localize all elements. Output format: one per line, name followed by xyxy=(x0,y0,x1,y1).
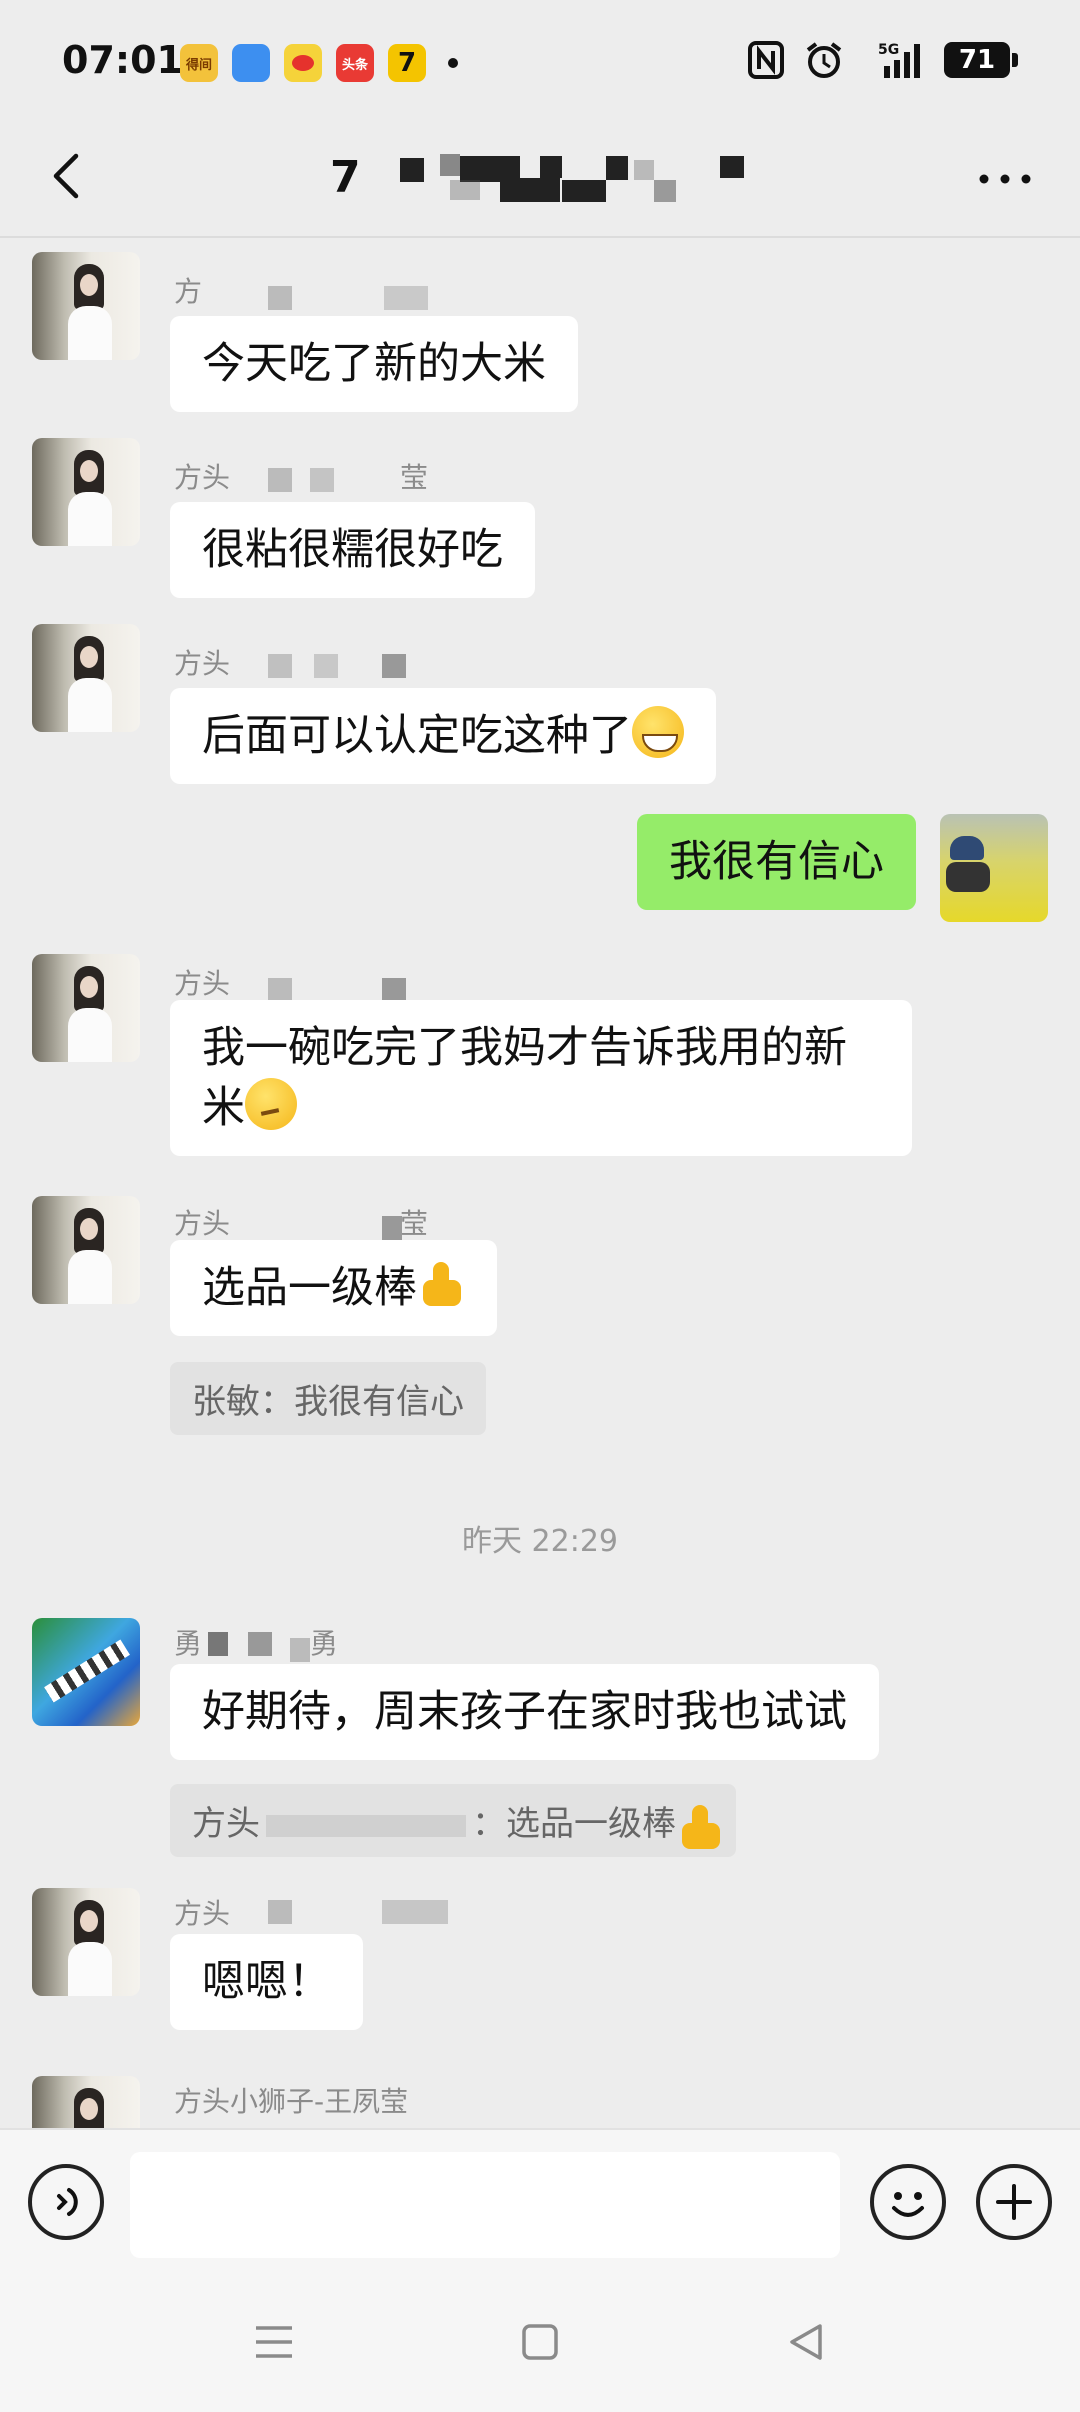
message-bubble[interactable]: 今天吃了新的大米 xyxy=(170,316,578,412)
sender-name-suffix: 勇 xyxy=(310,1627,339,1660)
message-text: 后面可以认定吃这种了 xyxy=(202,711,632,761)
avatar[interactable] xyxy=(32,1888,140,1996)
emoji-button[interactable] xyxy=(870,2164,946,2240)
avatar[interactable] xyxy=(32,624,140,732)
avatar[interactable] xyxy=(32,954,140,1062)
avatar[interactable] xyxy=(32,252,140,360)
avatar[interactable] xyxy=(32,1618,140,1726)
voice-wave-icon xyxy=(57,2188,78,2216)
signal-5g-icon: 5G xyxy=(878,42,920,78)
avatar[interactable] xyxy=(32,2076,140,2128)
voice-input-button[interactable] xyxy=(28,2164,104,2240)
message-bubble[interactable]: 后面可以认定吃这种了 xyxy=(170,688,716,784)
sender-name: 勇 xyxy=(174,1627,203,1660)
sender-name: 方头 xyxy=(174,461,231,494)
quoted-message[interactable]: 张敏：我很有信心 xyxy=(170,1362,486,1435)
qimao-app-icon: 7 xyxy=(388,44,426,82)
more-options-icon[interactable] xyxy=(970,154,1040,204)
more-notifications-dot-icon xyxy=(448,58,458,68)
message-input[interactable] xyxy=(130,2152,840,2258)
avatar[interactable] xyxy=(32,1196,140,1304)
home-icon[interactable] xyxy=(520,2322,560,2362)
message-bubble[interactable]: 嗯嗯！ xyxy=(170,1934,363,2030)
message-bubble[interactable]: 选品一级棒 xyxy=(170,1240,497,1336)
alarm-icon xyxy=(806,42,842,78)
message-bubble[interactable]: 好期待，周末孩子在家时我也试试 xyxy=(170,1664,879,1760)
my-avatar[interactable] xyxy=(940,814,1048,922)
sender-name: 方头 xyxy=(174,1897,231,1930)
nfc-icon xyxy=(748,41,784,79)
thumbs-up-emoji-icon xyxy=(417,1260,465,1308)
chat-header: 7 xyxy=(0,120,1080,238)
sender-name-suffix: 莹 xyxy=(400,1207,429,1240)
avatar[interactable] xyxy=(32,438,140,546)
message-text: 选品一级棒 xyxy=(202,1263,417,1313)
thumbs-up-emoji-icon xyxy=(676,1803,720,1849)
status-time: 07:01 xyxy=(62,38,183,82)
quoted-message[interactable]: 方头 ：选品一级棒 xyxy=(170,1784,736,1857)
menu-icon[interactable] xyxy=(254,2322,294,2362)
sender-name: 方头 xyxy=(174,967,231,1000)
notification-icons: 得间 头条 7 xyxy=(180,44,458,82)
thinking-face-emoji-icon xyxy=(245,1078,297,1130)
more-functions-button[interactable] xyxy=(976,2164,1052,2240)
sender-name: 方头小狮子-王夙莹 xyxy=(174,2085,409,2118)
signal-label: 5G xyxy=(878,42,899,58)
sender-name: 方头 xyxy=(174,647,231,680)
smiley-icon xyxy=(892,2192,924,2217)
message-bubble[interactable]: 很粘很糯很好吃 xyxy=(170,502,535,598)
system-icons: 5G 71 xyxy=(748,40,1018,80)
sender-name-suffix: 莹 xyxy=(400,461,429,494)
grinning-emoji-icon xyxy=(632,706,684,758)
message-bubble[interactable]: 我一碗吃完了我妈才告诉我用的新米 xyxy=(170,1000,912,1156)
battery-icon: 71 xyxy=(944,42,1018,78)
chat-message-list[interactable]: 方 今天吃了新的大米 方头 莹 很粘很糯很好吃 方头 后面可以认定吃这种了 我很… xyxy=(0,238,1080,2128)
weibo-app-icon xyxy=(284,44,322,82)
browser-app-icon xyxy=(232,44,270,82)
sender-name: 方 xyxy=(174,275,203,308)
back-icon[interactable] xyxy=(786,2322,826,2362)
toutiao-app-icon: 头条 xyxy=(336,44,374,82)
quote-censor xyxy=(266,1815,466,1837)
dejian-app-icon: 得间 xyxy=(180,44,218,82)
system-navigation-bar xyxy=(0,2278,1080,2412)
sender-name: 方头 xyxy=(174,1207,231,1240)
chat-title: 7 xyxy=(330,152,361,203)
plus-icon xyxy=(996,2184,1032,2220)
quote-text: ：选品一级棒 xyxy=(472,1804,676,1844)
message-text: 我一碗吃完了我妈才告诉我用的新米 xyxy=(202,1023,847,1133)
quote-sender: 方头 xyxy=(192,1804,260,1844)
message-bubble[interactable]: 我很有信心 xyxy=(637,814,916,910)
timestamp: 昨天 22:29 xyxy=(462,1524,618,1559)
status-bar: 07:01 得间 头条 7 5G 71 xyxy=(0,0,1080,120)
back-arrow-icon[interactable] xyxy=(40,146,100,206)
chat-input-bar xyxy=(0,2128,1080,2278)
